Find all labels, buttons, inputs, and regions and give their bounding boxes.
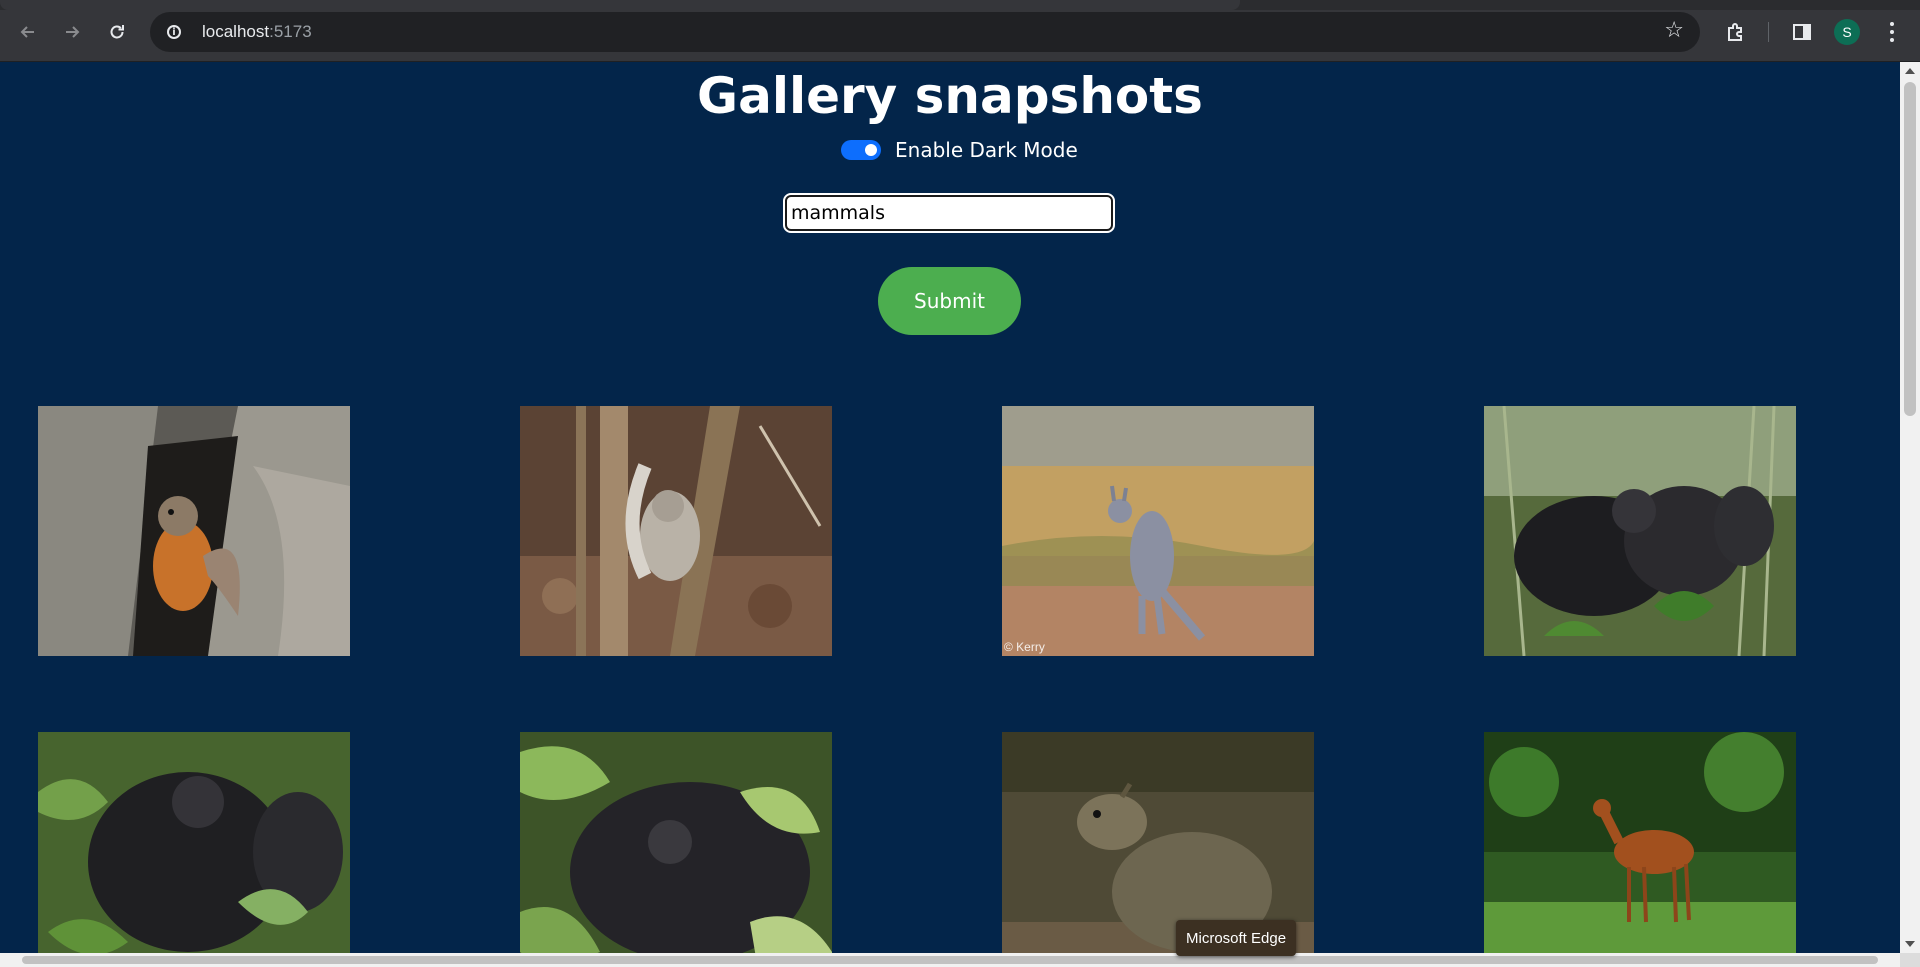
puzzle-icon[interactable] xyxy=(1720,16,1752,48)
tab-strip xyxy=(0,0,1920,10)
horizontal-scrollbar[interactable] xyxy=(0,953,1900,967)
dark-mode-toggle-row: Enable Dark Mode xyxy=(841,135,1078,165)
search-input[interactable] xyxy=(783,193,1115,233)
url-text[interactable]: localhost:5173 xyxy=(202,22,312,42)
reload-icon[interactable] xyxy=(101,16,133,48)
url-port: :5173 xyxy=(269,22,312,41)
star-icon[interactable]: ☆ xyxy=(1664,18,1684,43)
browser-toolbar: i localhost:5173 ☆ S xyxy=(0,0,1920,62)
gallery-image-gray-squirrel[interactable] xyxy=(520,406,832,656)
gallery-image-baby-gorilla[interactable] xyxy=(520,732,832,953)
active-tab[interactable] xyxy=(0,0,1240,10)
scroll-up-icon[interactable] xyxy=(1905,68,1915,74)
page-title: Gallery snapshots xyxy=(697,67,1203,125)
gallery-image-fox-squirrel[interactable] xyxy=(38,406,350,656)
vertical-scrollbar[interactable] xyxy=(1900,62,1920,953)
forward-arrow-icon[interactable] xyxy=(56,16,88,48)
gallery-image-gorilla-family[interactable] xyxy=(38,732,350,953)
gallery-image-deer[interactable] xyxy=(1484,732,1796,953)
scrollbar-corner xyxy=(1900,953,1920,967)
dark-mode-switch[interactable] xyxy=(841,140,881,160)
horizontal-scroll-thumb[interactable] xyxy=(22,956,1878,964)
gallery-image-gorillas[interactable] xyxy=(1484,406,1796,656)
kebab-menu-icon[interactable] xyxy=(1880,16,1904,48)
avatar[interactable]: S xyxy=(1834,19,1860,45)
gallery-image-kangaroo[interactable]: © Kerry xyxy=(1002,406,1314,656)
image-credit: © Kerry xyxy=(1004,640,1045,654)
page-content: Gallery snapshots Enable Dark Mode Submi… xyxy=(0,62,1900,953)
info-icon[interactable]: i xyxy=(160,18,188,46)
tooltip: Microsoft Edge xyxy=(1176,920,1297,956)
address-bar[interactable]: i localhost:5173 ☆ xyxy=(150,12,1700,52)
switch-knob xyxy=(865,144,877,156)
url-host: localhost xyxy=(202,22,270,41)
toolbar-divider xyxy=(1768,22,1769,42)
vertical-scroll-thumb[interactable] xyxy=(1904,82,1916,416)
sidebar-icon[interactable] xyxy=(1786,16,1818,48)
back-arrow-icon[interactable] xyxy=(12,16,44,48)
submit-button[interactable]: Submit xyxy=(878,267,1021,335)
dark-mode-label: Enable Dark Mode xyxy=(895,138,1078,162)
scroll-down-icon[interactable] xyxy=(1905,941,1915,947)
